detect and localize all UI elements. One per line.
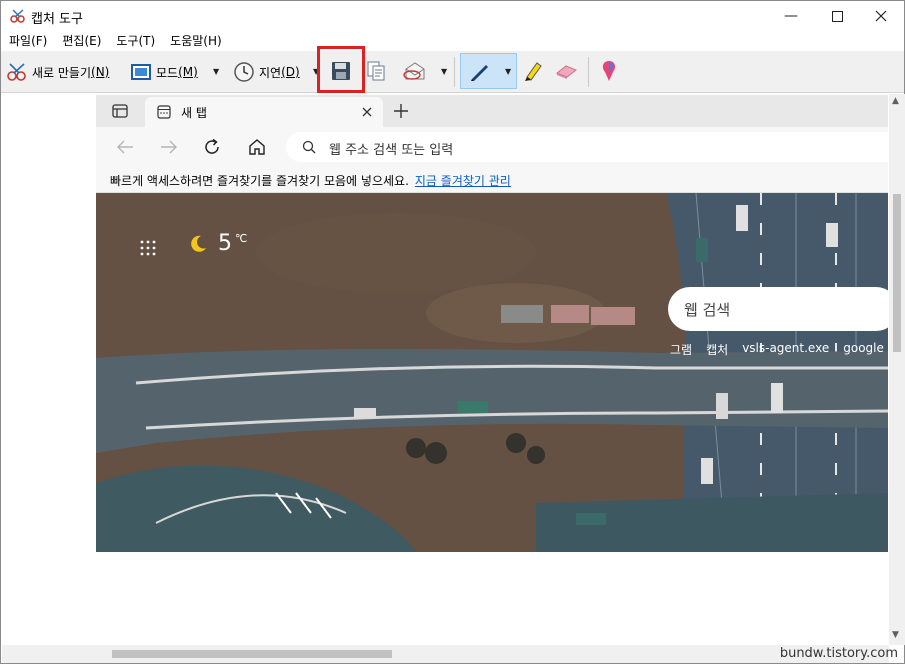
back-arrow-icon[interactable] (116, 140, 134, 154)
pen-icon (471, 65, 488, 81)
weather-temperature: 5 (218, 231, 232, 256)
captured-browser: 새 탭 웹 주소 검색 또는 입력 빠르게 액세스하려면 즐겨찾기를 즐겨찾기 … (96, 95, 888, 552)
minimize-button[interactable]: — (768, 1, 814, 31)
weather-widget[interactable]: 5 ℃ (188, 231, 247, 256)
horizontal-scroll-thumb[interactable] (112, 650, 392, 658)
address-placeholder: 웹 주소 검색 또는 입력 (329, 143, 454, 158)
quick-links: 그램 캡처 vsls-agent.exe google (670, 341, 884, 358)
refresh-icon[interactable] (203, 138, 221, 156)
maximize-button[interactable] (814, 1, 860, 31)
new-tab-plus-icon[interactable] (393, 103, 409, 119)
scissors-icon (7, 63, 26, 81)
clock-icon (234, 62, 254, 82)
copy-icon[interactable] (365, 60, 387, 82)
quick-link-vsls-agent[interactable]: vsls-agent.exe (742, 341, 829, 358)
moon-icon (191, 235, 206, 252)
menu-bar: 파일(F) 편집(E) 도구(T) 도움말(H) (1, 31, 904, 51)
tab-actions-icon[interactable] (112, 104, 128, 118)
delay-key: (D) (281, 65, 300, 79)
toolbar: 새로 만들기 (N) 모드 (M) ▼ 지연 (D) ▼ ▼ (1, 51, 904, 93)
minimize-icon: — (784, 8, 798, 24)
new-snip-button[interactable]: 새로 만들기 (N) (6, 60, 109, 84)
favorites-message: 빠르게 액세스하려면 즐겨찾기를 즐겨찾기 모음에 넣으세요. (110, 174, 409, 188)
menu-edit[interactable]: 편집(E) (62, 31, 101, 51)
watermark-text: bundw.tistory.com (779, 646, 898, 661)
snipping-tool-icon (10, 9, 25, 23)
tab-strip: 새 탭 (96, 95, 888, 127)
highlighter-icon[interactable] (521, 59, 543, 83)
horizontal-scrollbar[interactable] (2, 645, 889, 663)
send-email-icon[interactable] (402, 60, 428, 82)
weather-unit: ℃ (235, 232, 248, 245)
home-icon[interactable] (248, 138, 266, 156)
mode-button[interactable]: 모드 (M) (130, 60, 198, 84)
manage-favorites-link[interactable]: 지금 즐겨찾기 관리 (415, 174, 511, 188)
menu-file[interactable]: 파일(F) (9, 31, 47, 51)
web-search-placeholder: 웹 검색 (684, 301, 731, 319)
quick-link-gram[interactable]: 그램 (670, 341, 692, 358)
quick-link-capture[interactable]: 캡처 (706, 341, 728, 358)
new-snip-key: (N) (91, 65, 110, 79)
web-search-box[interactable]: 웹 검색 (668, 287, 888, 331)
paint3d-icon[interactable] (599, 59, 619, 83)
scroll-up-icon[interactable]: ▲ (892, 96, 899, 106)
maximize-icon (831, 10, 843, 22)
tab-label: 새 탭 (181, 106, 207, 120)
address-input[interactable]: 웹 주소 검색 또는 입력 (286, 132, 888, 162)
apps-grid-icon[interactable] (140, 240, 156, 256)
snipping-tool-window: 캡처 도구 — 파일(F) 편집(E) 도구(T) 도움말(H) 새로 만들기(… (0, 0, 905, 664)
background-image: 5 ℃ 웹 검색 그램 캡처 vsls-agent.exe google (96, 193, 888, 552)
address-bar-row: 웹 주소 검색 또는 입력 (96, 127, 888, 167)
favorites-bar: 빠르게 액세스하려면 즐겨찾기를 즐겨찾기 모음에 넣으세요. 지금 즐겨찾기 관… (96, 167, 888, 193)
delay-label: 지연 (259, 65, 282, 80)
toolbar-separator-2 (588, 57, 589, 87)
rectangle-mode-icon (131, 64, 151, 80)
quick-link-google[interactable]: google (843, 341, 884, 358)
window-title: 캡처 도구 (31, 12, 83, 27)
forward-arrow-icon[interactable] (160, 140, 178, 154)
title-bar: 캡처 도구 — (1, 1, 904, 31)
toolbar-separator (454, 57, 455, 87)
vertical-scrollbar[interactable]: ▲ ▼ (889, 94, 905, 645)
scroll-down-icon[interactable]: ▼ (892, 630, 899, 640)
favorites-message-wrap: 빠르게 액세스하려면 즐겨찾기를 즐겨찾기 모음에 넣으세요. 지금 즐겨찾기 관… (110, 172, 511, 189)
mode-key: (M) (178, 65, 198, 79)
pen-dropdown-icon[interactable]: ▼ (505, 67, 511, 76)
new-tab-page-icon (157, 105, 171, 119)
vertical-scroll-thumb[interactable] (893, 194, 901, 352)
search-icon (302, 140, 316, 154)
tab-new-tab[interactable]: 새 탭 (145, 97, 383, 127)
close-button[interactable] (858, 1, 904, 31)
menu-help[interactable]: 도움말(H) (170, 31, 222, 51)
eraser-icon[interactable] (554, 61, 578, 81)
menu-tools[interactable]: 도구(T) (116, 31, 155, 51)
close-icon (875, 10, 887, 22)
delay-button[interactable]: 지연 (D) (233, 60, 300, 84)
mode-label: 모드 (156, 65, 179, 80)
save-button-highlight (317, 46, 365, 93)
new-snip-label: 새로 만들기 (32, 65, 92, 80)
send-dropdown-icon[interactable]: ▼ (441, 67, 447, 76)
mode-dropdown-icon[interactable]: ▼ (213, 67, 219, 76)
tab-close-icon[interactable] (362, 107, 372, 117)
